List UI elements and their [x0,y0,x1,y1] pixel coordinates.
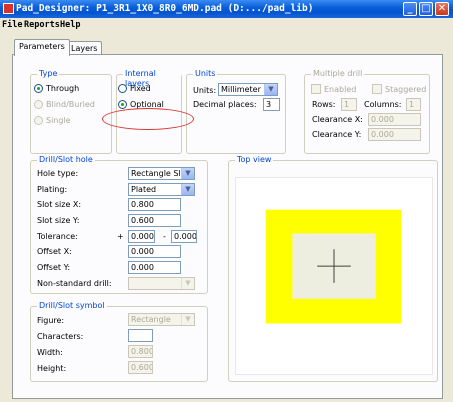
characters-label: Characters: [37,332,84,341]
offset-x-label: Offset X: [37,247,72,256]
chevron-down-icon: ▼ [181,314,194,325]
plating-value: Plated [131,185,157,194]
decimal-places-input[interactable]: 3 [263,98,280,111]
maximize-button[interactable]: □ [419,2,433,16]
columns-input[interactable]: 1 [406,98,421,111]
figure-select[interactable]: Rectangle ▼ [128,313,195,326]
chevron-down-icon: ▼ [181,168,194,179]
units-label: Units: [193,86,217,95]
offset-y-input[interactable]: 0.000 [128,261,181,274]
through-radio[interactable] [34,84,43,93]
height-label: Height: [37,364,67,373]
width-input[interactable]: 0.800 [128,345,153,358]
width-label: Width: [37,348,63,357]
enabled-checkbox[interactable] [311,84,321,94]
blind-buried-label: Blind/Buried [46,100,95,109]
single-label: Single [46,116,71,125]
units-select-value: Millimeter [221,85,261,94]
units-select[interactable]: Millimeter ▼ [218,83,278,96]
offset-x-input[interactable]: 0.000 [128,245,181,258]
chevron-down-icon: ▼ [181,184,194,195]
hole-type-select[interactable]: Rectangle Slot ▼ [128,167,195,180]
blind-buried-radio[interactable] [34,100,43,109]
figure-value: Rectangle [131,315,171,324]
app-icon [3,3,14,14]
type-group-title: Type [37,69,60,79]
top-view-title: Top view [235,155,274,165]
clearance-y-label: Clearance Y: [312,130,362,139]
slot-size-y-label: Slot size Y: [37,216,80,225]
columns-label: Columns: [364,100,402,109]
tolerance-label: Tolerance: [37,232,78,241]
title-bar[interactable]: Pad_Designer: P1_3R1_1X0_8R0_6MD.pad (D:… [0,0,453,18]
optional-radio[interactable] [118,100,127,109]
clearance-y-input[interactable]: 0.000 [368,128,421,141]
non-standard-drill-select[interactable]: ▼ [128,277,195,290]
plating-label: Plating: [37,185,68,194]
chevron-down-icon: ▼ [264,84,277,95]
tab-parameters[interactable]: Parameters [14,39,70,56]
slot-size-y-input[interactable]: 0.600 [128,214,181,227]
fixed-label: Fixed [130,84,151,93]
close-button[interactable]: ✕ [435,2,449,16]
decimal-places-label: Decimal places: [193,100,257,109]
top-view-canvas [235,177,433,375]
characters-input[interactable] [128,329,153,342]
minimize-button[interactable]: _ [403,2,417,16]
drill-slot-symbol-title: Drill/Slot symbol [37,301,107,311]
tolerance-minus-sign: - [163,232,166,241]
slot-size-x-label: Slot size X: [37,200,82,209]
hole-type-label: Hole type: [37,169,79,178]
menu-reports[interactable]: Reports [24,20,60,30]
fixed-radio[interactable] [118,84,127,93]
window-title: Pad_Designer: P1_3R1_1X0_8R0_6MD.pad (D:… [16,3,314,14]
menu-bar: File Reports Help [0,18,453,34]
drill-slot-hole-group: Drill/Slot hole [30,155,208,294]
slot-size-x-input[interactable]: 0.800 [128,198,181,211]
plating-select[interactable]: Plated ▼ [128,183,195,196]
staggered-checkbox[interactable] [372,84,382,94]
multiple-drill-title: Multiple drill [311,69,365,79]
figure-label: Figure: [37,316,65,325]
offset-y-label: Offset Y: [37,263,71,272]
menu-file[interactable]: File [2,20,22,30]
single-radio[interactable] [34,116,43,125]
non-standard-drill-label: Non-standard drill: [37,279,112,288]
rows-label: Rows: [312,100,336,109]
clearance-x-input[interactable]: 0.000 [368,113,421,126]
optional-label: Optional [130,100,164,109]
rows-input[interactable]: 1 [341,98,357,111]
height-input[interactable]: 0.600 [128,361,153,374]
enabled-label: Enabled [324,85,357,94]
tolerance-plus-sign: + [117,232,124,241]
tolerance-minus-input[interactable]: 0.000 [171,230,197,243]
through-label: Through [46,84,80,93]
clearance-x-label: Clearance X: [312,115,363,124]
staggered-label: Staggered [385,85,427,94]
units-group-title: Units [193,69,218,79]
tolerance-plus-input[interactable]: 0.000 [128,230,155,243]
drill-slot-hole-title: Drill/Slot hole [37,155,95,165]
menu-help[interactable]: Help [60,20,80,30]
chevron-down-icon: ▼ [181,278,194,289]
